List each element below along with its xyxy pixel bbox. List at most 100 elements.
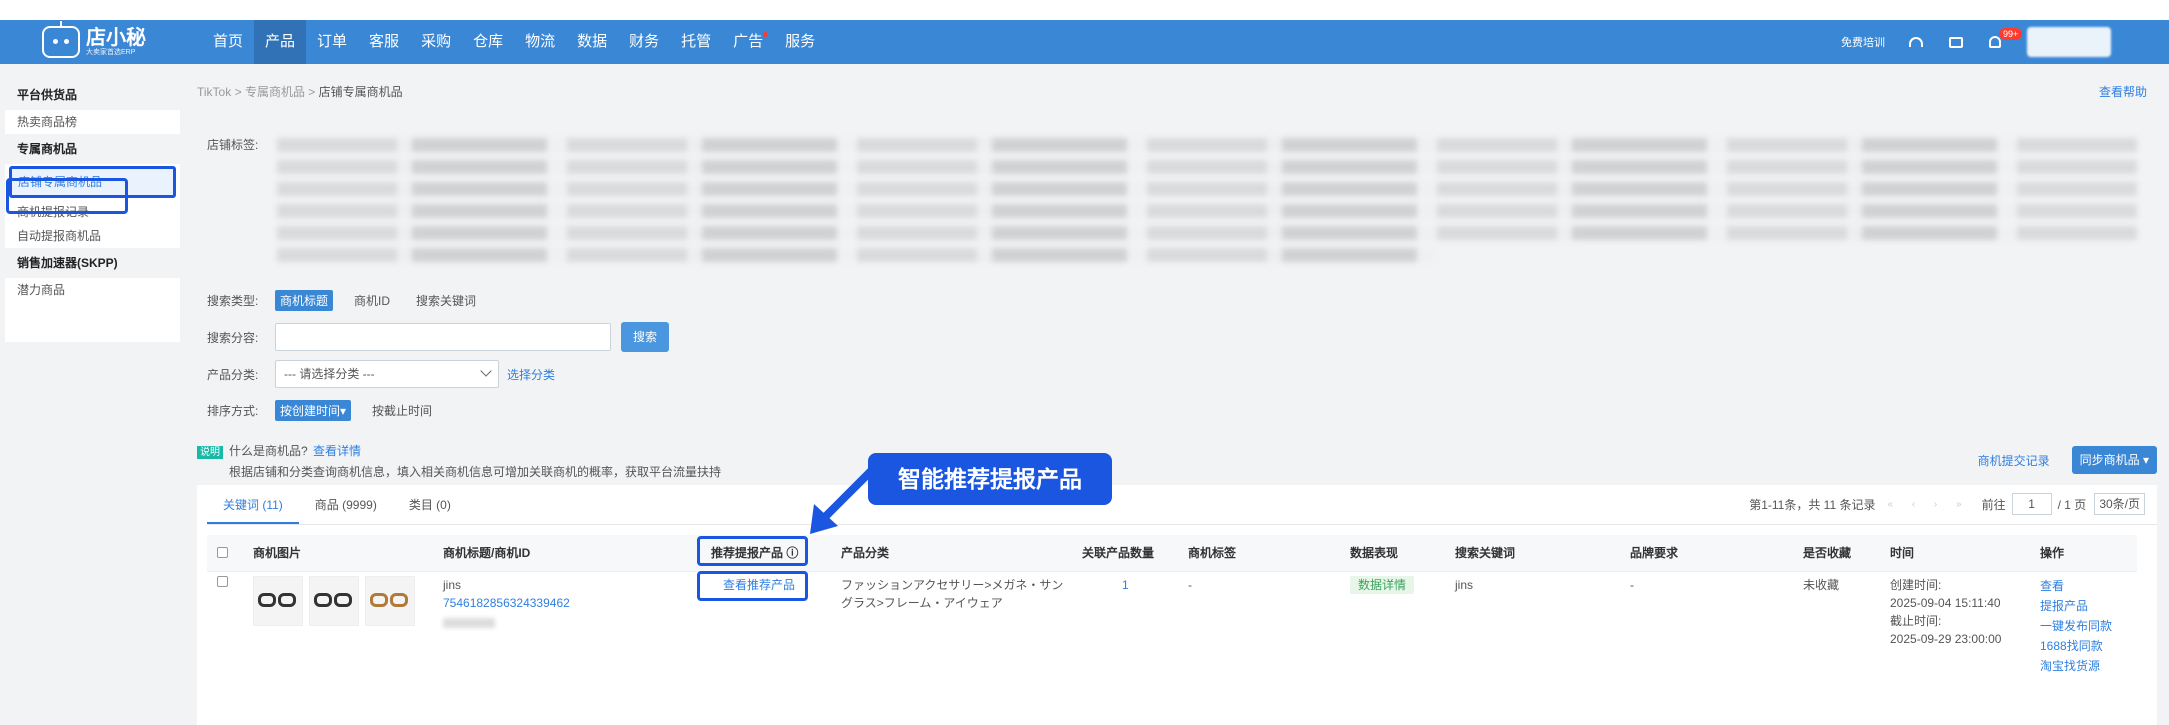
info-desc: 根据店铺和分类查询商机信息，填入相关商机信息可增加关联商机的概率，获取平台流量扶… — [229, 465, 722, 479]
search-type-keyword[interactable]: 搜索关键词 — [411, 290, 481, 311]
help-link[interactable]: 查看帮助 — [2099, 80, 2147, 104]
info-row: 说明 什么是商机品? 查看详情 根据店铺和分类查询商机信息，填入相关商机信息可增加… — [197, 442, 721, 480]
data-detail-tag[interactable]: 数据详情 — [1350, 576, 1415, 594]
sidebar-section-opportunity: 专属商机品 — [5, 134, 180, 164]
opportunity-title-cell: jins 7546182856324339462 — [443, 576, 570, 628]
sort-created[interactable]: 按创建时间▾ — [275, 400, 352, 421]
table-header: 商机图片 商机标题/商机ID 推荐提报产品 ⓘ 产品分类 关联产品数量 商机标签… — [207, 535, 2137, 571]
submit-records-link[interactable]: 商机提交记录 — [1978, 452, 2050, 469]
nav-purchase[interactable]: 采购 — [410, 20, 462, 64]
notification-dot — [763, 32, 769, 37]
operations: 查看 提报产品 一键发布同款 1688找同款 淘宝找货源 — [2040, 576, 2112, 676]
find-1688-button[interactable]: 1688找同款 — [2040, 636, 2112, 656]
product-category: ファッションアクセサリー>メガネ・サングラス>フレーム・アイウェア — [841, 578, 1064, 610]
nav-home[interactable]: 首页 — [202, 20, 254, 64]
nav-finance[interactable]: 财务 — [618, 20, 670, 64]
robot-logo-icon — [42, 21, 80, 58]
nav-logistics[interactable]: 物流 — [514, 20, 566, 64]
find-taobao-button[interactable]: 淘宝找货源 — [2040, 656, 2112, 676]
choose-category-link[interactable]: 选择分类 — [507, 366, 555, 383]
sort-row: 排序方式: 按创建时间▾ 按截止时间 — [207, 400, 453, 421]
sidebar-item-hot-products[interactable]: 热卖商品榜 — [5, 110, 180, 134]
results-panel: 关键词 (11) 商品 (9999) 类目 (0) 第1-11条，共 11 条记… — [197, 485, 2157, 725]
shop-tags-label: 店铺标签: — [207, 138, 259, 152]
time-cell: 创建时间: 2025-09-04 15:11:40 截止时间: 2025-09-… — [1890, 578, 2002, 646]
search-content-row: 搜索分容: 搜索 — [207, 322, 670, 352]
logo-main-text: 店小秘 — [86, 26, 146, 49]
header-actions: 商机提交记录 同步商机品 ▾ — [1970, 446, 2157, 474]
blurred-text — [443, 618, 495, 628]
category-label: 产品分类: — [207, 367, 259, 382]
search-content-label: 搜索分容: — [207, 330, 259, 345]
nav-order[interactable]: 订单 — [306, 20, 358, 64]
sidebar-item-potential[interactable]: 潜力商品 — [5, 278, 180, 302]
book-icon[interactable] — [1949, 36, 1963, 48]
product-image[interactable] — [253, 576, 303, 626]
search-input[interactable] — [275, 323, 611, 351]
deadline-time: 2025-09-29 23:00:00 — [1890, 632, 2002, 646]
category-select[interactable]: --- 请选择分类 --- — [275, 360, 499, 388]
view-button[interactable]: 查看 — [2040, 576, 2112, 596]
tab-products[interactable]: 商品 (9999) — [299, 485, 393, 524]
category-row: 产品分类: --- 请选择分类 --- 选择分类 — [207, 360, 555, 388]
shop-tags-row: 店铺标签: — [207, 136, 2137, 270]
highlight-sidebar — [6, 178, 128, 214]
nav-product[interactable]: 产品 — [254, 20, 307, 64]
shop-tags-blurred[interactable] — [207, 136, 2137, 262]
nav-warehouse[interactable]: 仓库 — [462, 20, 514, 64]
highlight-recommend-header — [697, 536, 808, 566]
crumb-opportunity[interactable]: 专属商机品 — [245, 85, 305, 99]
opportunity-title: jins — [443, 578, 462, 592]
sync-button[interactable]: 同步商机品 ▾ — [2071, 446, 2157, 474]
opportunity-id-link[interactable]: 7546182856324339462 — [443, 594, 570, 612]
chevron-down-icon — [480, 365, 492, 377]
submit-product-button[interactable]: 提报产品 — [2040, 596, 2112, 616]
row-checkbox[interactable] — [217, 576, 228, 587]
related-count-link[interactable]: 1 — [1122, 576, 1129, 594]
product-image[interactable] — [309, 576, 359, 626]
free-training-link[interactable]: 免费培训 — [1841, 34, 1885, 50]
bell-icon[interactable]: 99+ — [1989, 28, 2023, 48]
page-input[interactable]: 1 — [2011, 493, 2052, 515]
tab-categories[interactable]: 类目 (0) — [393, 485, 467, 524]
crumb-tiktok[interactable]: TikTok — [197, 85, 231, 99]
search-type-title[interactable]: 商机标题 — [275, 290, 334, 311]
search-button[interactable]: 搜索 — [621, 322, 670, 352]
logo-sub-text: 大卖家首选ERP — [86, 48, 136, 56]
sort-deadline[interactable]: 按截止时间 — [367, 400, 437, 421]
nav-hosting[interactable]: 托管 — [670, 20, 722, 64]
search-type-row: 搜索类型: 商机标题 商机ID 搜索关键词 — [207, 290, 497, 311]
top-navbar: 店小秘 大卖家首选ERP 首页 产品 订单 客服 采购 仓库 物流 数据 财务 … — [0, 20, 2169, 64]
notification-badge: 99+ — [1999, 28, 2023, 40]
product-image[interactable] — [365, 576, 415, 626]
pager-arrows[interactable]: « ‹ › » — [1887, 499, 1969, 510]
brand-requirement: - — [1630, 578, 1634, 592]
info-badge: 说明 — [197, 446, 223, 459]
sort-label: 排序方式: — [207, 404, 259, 418]
select-all-checkbox[interactable] — [217, 547, 228, 558]
search-keyword: jins — [1455, 578, 1474, 592]
crumb-current: 店铺专属商机品 — [318, 85, 403, 99]
favorite-status: 未收藏 — [1803, 578, 1840, 592]
nav-ads[interactable]: 广告 — [722, 20, 774, 64]
user-account[interactable] — [2027, 27, 2111, 57]
main-content: TikTok > 专属商机品 > 店铺专属商机品 查看帮助 店铺标签: 搜索类型… — [197, 80, 2157, 725]
nav-ads-label: 广告 — [733, 33, 764, 50]
publish-similar-button[interactable]: 一键发布同款 — [2040, 616, 2112, 636]
logo[interactable]: 店小秘 大卖家首选ERP — [42, 21, 192, 58]
search-type-id[interactable]: 商机ID — [349, 290, 395, 311]
nav-data[interactable]: 数据 — [566, 20, 618, 64]
nav-service[interactable]: 客服 — [358, 20, 410, 64]
info-detail-link[interactable]: 查看详情 — [313, 444, 361, 458]
tab-keywords[interactable]: 关键词 (11) — [207, 485, 299, 524]
page-size-select[interactable]: 30条/页 — [2094, 493, 2145, 515]
opportunity-images[interactable] — [253, 576, 421, 631]
nav-menu: 首页 产品 订单 客服 采购 仓库 物流 数据 财务 托管 广告 服务 — [202, 20, 826, 64]
highlight-recommend-link — [697, 571, 808, 601]
sidebar-section-skpp: 销售加速器(SKPP) — [5, 248, 180, 278]
opportunity-tag: - — [1188, 578, 1192, 592]
table-row: jins 7546182856324339462 查看推荐产品 ファッションアク… — [207, 571, 2137, 701]
headset-icon[interactable] — [1909, 37, 1923, 47]
nav-services[interactable]: 服务 — [774, 20, 826, 64]
sidebar-item-auto-submit[interactable]: 自动提报商机品 — [5, 224, 180, 248]
